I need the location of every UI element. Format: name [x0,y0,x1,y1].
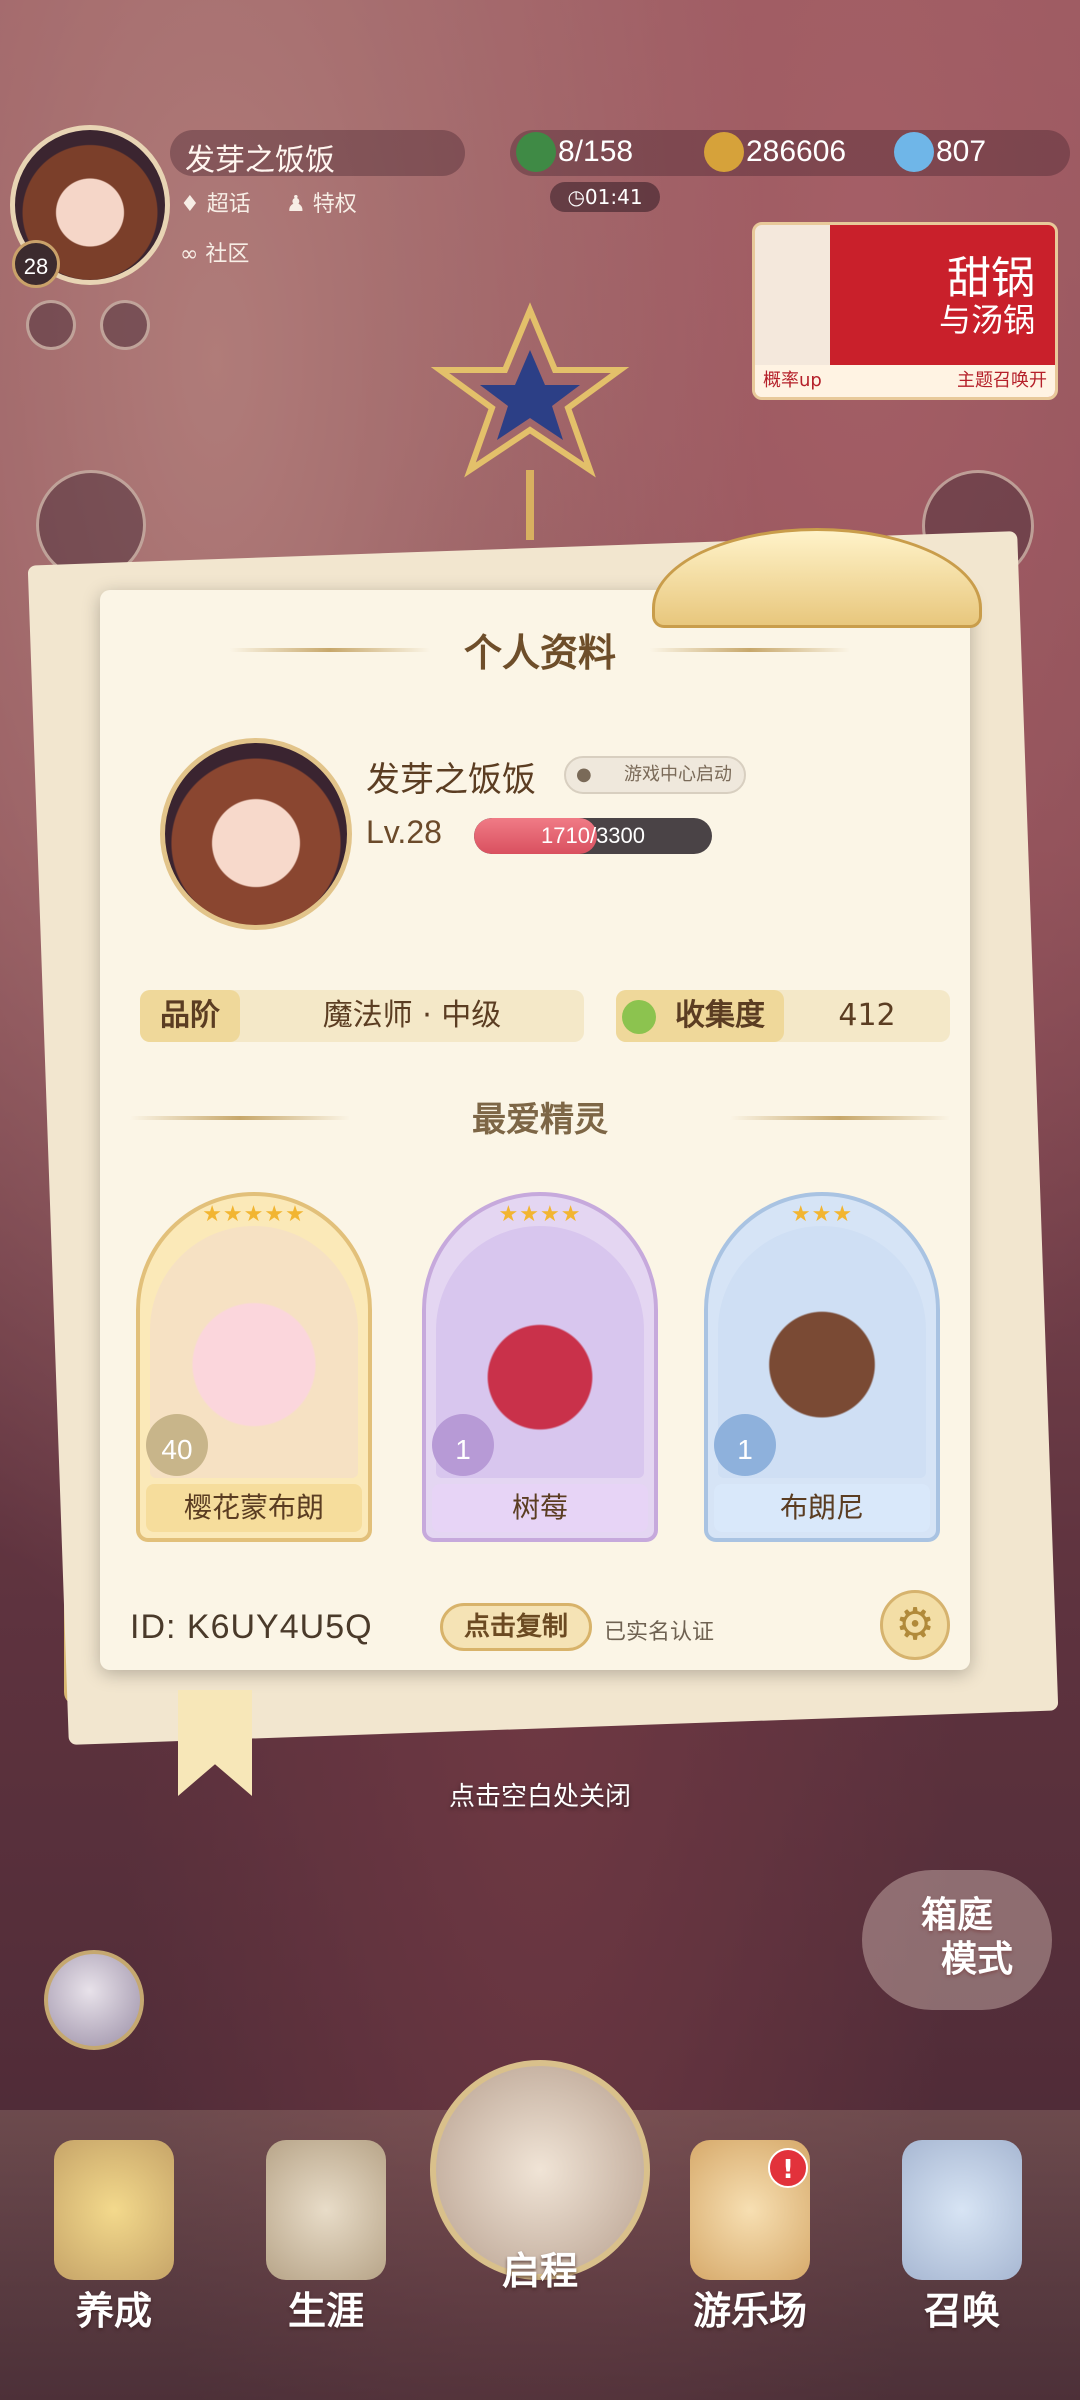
community-link[interactable]: ∞ 社区 [180,236,249,268]
favorite-card[interactable]: ★★★★ 1 树莓 [422,1192,658,1542]
gear-icon[interactable]: ⚙ [880,1590,950,1660]
favorites-title: 最爱精灵 [472,1100,608,1140]
nav-item-cultivate[interactable]: 养成 [14,2130,214,2380]
game-center-tag[interactable]: ● 游戏中心启动 [564,756,746,794]
crown-icon [266,2140,386,2280]
rarity-stars: ★★★ [790,1202,854,1227]
coin-count[interactable]: 286606 [746,135,846,169]
flower-icon [622,1000,656,1034]
panel-title: 个人资料 [463,631,616,675]
nav-item-journey[interactable]: 启程 [440,2130,640,2380]
nav-item-career[interactable]: 生涯 [226,2130,426,2380]
star-wand-decoration [430,302,630,540]
summon-banner[interactable]: 甜锅 与汤锅 概率up 主题召唤开 [752,222,1058,400]
exp-progress-bar: 1710/3300 [474,818,712,854]
profile-name: 发芽之饭饭 [366,760,536,800]
verified-status: 已实名认证 [604,1620,715,1645]
banner-title: 甜锅 与汤锅 [938,253,1035,340]
privilege-link[interactable]: ♟ 特权 [286,186,357,218]
card-name: 樱花蒙布朗 [146,1484,362,1532]
community-icon: ∞ [180,242,199,267]
super-topic-link[interactable]: ♦ 超话 [180,186,251,218]
collection-value: 412 [838,998,896,1033]
profile-level: Lv.28 [366,814,442,850]
card-name: 布朗尼 [714,1484,930,1532]
summon-card-icon [902,2140,1022,2280]
exp-text: 1710/3300 [540,823,646,848]
rarity-stars: ★★★★★ [202,1202,306,1227]
nav-item-summon[interactable]: 召唤 [862,2130,1062,2380]
favorite-card[interactable]: ★★★★★ 40 樱花蒙布朗 [136,1192,372,1542]
crystal-icon [894,132,934,172]
rarity-stars: ★★★★ [498,1202,582,1227]
coin-icon [704,132,744,172]
card-level-badge: 1 [432,1414,494,1476]
event-icon[interactable] [26,300,76,350]
player-id: ID: K6UY4U5Q [130,1608,373,1646]
playground-alert-badge: ! [768,2148,808,2188]
favorite-card[interactable]: ★★★ 1 布朗尼 [704,1192,940,1542]
clover-count[interactable]: 8/158 [558,135,633,169]
user-icon: ♟ [286,192,306,217]
card-level-badge: 40 [146,1414,208,1476]
card-level-badge: 1 [714,1414,776,1476]
card-name: 树莓 [432,1484,648,1532]
profile-avatar[interactable] [160,738,352,930]
clover-icon [516,132,556,172]
penguin-icon: ● [576,764,592,785]
rank-label: 品阶 [140,990,240,1042]
character-icon [54,2140,174,2280]
stamina-timer: ◷01:41 [550,182,660,212]
player-level-badge: 28 [12,240,60,288]
banner-footer: 概率up 主题召唤开 [755,365,1055,397]
nav-item-playground[interactable]: 游乐场 [650,2130,850,2380]
player-name[interactable]: 发芽之饭饭 [185,135,335,179]
garden-mode-button[interactable]: 箱庭 模式 [862,1870,1052,2010]
copy-id-button[interactable]: 点击复制 [440,1603,592,1651]
sleep-icon[interactable] [100,300,150,350]
crystal-count[interactable]: 807 [936,135,986,169]
moon-icon[interactable] [44,1950,144,2050]
rank-value: 魔法师 · 中级 [322,998,502,1033]
diamond-icon: ♦ [180,192,200,217]
close-hint: 点击空白处关闭 [448,1782,631,1812]
